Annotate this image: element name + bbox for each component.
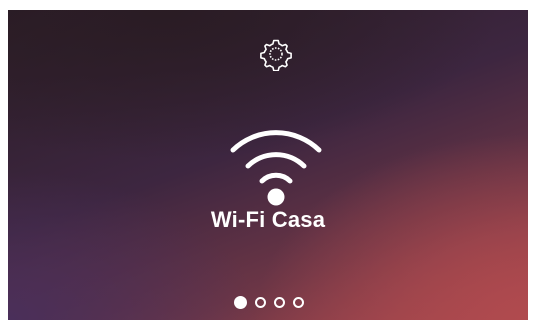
page-dot-2[interactable]: [255, 296, 266, 308]
page-dot-3[interactable]: [274, 296, 285, 308]
page-indicator: [234, 295, 318, 309]
page-dot-1[interactable]: [234, 295, 247, 309]
network-name: Wi-Fi Casa: [210, 207, 326, 232]
gear-icon[interactable]: [259, 37, 293, 72]
wifi-icon: [228, 122, 324, 208]
page-dot-4[interactable]: [293, 296, 304, 308]
wifi-screen: Wi-Fi Casa: [8, 10, 528, 320]
